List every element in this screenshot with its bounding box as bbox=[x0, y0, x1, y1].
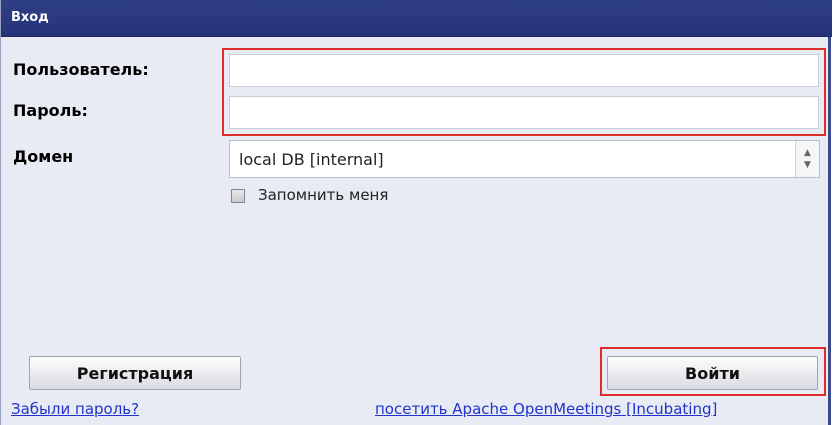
remember-me-checkbox[interactable] bbox=[231, 189, 245, 203]
domain-selected-value: local DB [internal] bbox=[239, 150, 384, 169]
forgot-password-link[interactable]: Забыли пароль? bbox=[11, 400, 139, 418]
password-field[interactable] bbox=[229, 96, 819, 129]
login-button[interactable]: Войти bbox=[607, 356, 818, 390]
domain-label: Домен bbox=[13, 147, 74, 166]
register-button[interactable]: Регистрация bbox=[29, 356, 241, 390]
up-down-arrows-icon[interactable]: ▲ ▼ bbox=[795, 141, 819, 177]
remember-me-label: Запомнить меня bbox=[258, 186, 389, 204]
password-label: Пароль: bbox=[13, 101, 88, 120]
username-field[interactable] bbox=[229, 54, 819, 87]
username-label: Пользователь: bbox=[13, 60, 149, 79]
login-dialog: Вход Пользователь: Пароль: Домен local D… bbox=[0, 0, 832, 425]
dialog-title: Вход bbox=[11, 10, 49, 25]
domain-select[interactable]: local DB [internal] ▲ ▼ bbox=[229, 140, 820, 178]
visit-site-link[interactable]: посетить Apache OpenMeetings [Incubating… bbox=[375, 400, 717, 418]
dialog-titlebar: Вход bbox=[1, 0, 832, 37]
